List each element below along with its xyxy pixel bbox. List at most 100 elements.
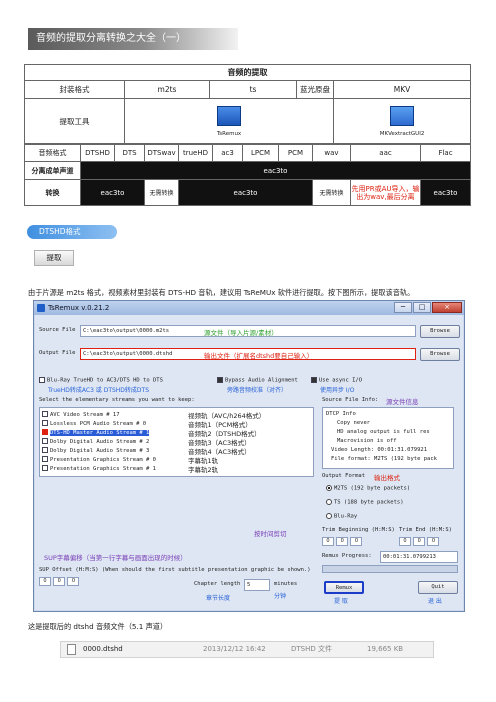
quit-note: 退 出: [428, 598, 442, 605]
option-note: 使用异步 I/O: [320, 387, 355, 394]
table-cell: MKV: [332, 80, 472, 99]
option-note: TrueHD转成AC3 或 DTSHD转成DTS: [48, 387, 150, 394]
browse-output-button[interactable]: Browse: [420, 348, 460, 361]
trim-label: Trim Beginning (H:M:S): [322, 527, 395, 533]
format-radio-bluray[interactable]: Blu-Ray: [326, 513, 357, 520]
trim-end-label: Trim End (H:M:S): [399, 527, 452, 533]
stream-note: 字幕轨2轨: [188, 466, 219, 474]
checkbox[interactable]: [42, 438, 48, 444]
format-radio-m2ts[interactable]: M2TS (192 byte packets): [326, 485, 410, 492]
list-item[interactable]: Presentation Graphics Stream # 0: [42, 455, 156, 464]
list-item[interactable]: Presentation Graphics Stream # 1: [42, 464, 156, 473]
option-label: Blu-Ray TrueHD to AC3/DTS HD to DTS: [47, 377, 163, 384]
browse-source-button[interactable]: Browse: [420, 325, 460, 338]
output-format-note: 输出格式: [374, 474, 400, 482]
checkbox[interactable]: [217, 377, 223, 383]
radio[interactable]: [326, 499, 332, 505]
output-label: Output File: [39, 350, 76, 356]
format-cell: trueHD: [178, 143, 213, 162]
remux-button[interactable]: Remux: [324, 581, 364, 594]
checkbox[interactable]: [42, 411, 48, 417]
list-item-selected[interactable]: DTS-HD Master Audio Stream # 1: [42, 428, 150, 437]
info-line: Copy never: [337, 420, 371, 426]
radio-label: M2TS (192 byte packets): [334, 485, 411, 492]
file-icon: [67, 644, 76, 655]
spinner[interactable]: 0: [427, 537, 440, 546]
extract-tag: 提取: [34, 250, 74, 266]
stream-list[interactable]: AVC Video Stream # 17 Lossless PCM Audio…: [39, 407, 314, 477]
split-tool: eac3to: [80, 161, 471, 180]
format-radio-ts[interactable]: TS (188 byte packets): [326, 499, 404, 506]
info-line: Macrovision is off: [337, 438, 397, 444]
source-label: Source File: [39, 327, 76, 333]
page-title: 音频的提取分离转换之大全（一）: [28, 28, 238, 50]
async-option[interactable]: Use async I/O: [311, 377, 362, 384]
minutes-label: minutes: [274, 581, 298, 587]
spinner[interactable]: 0: [322, 537, 334, 546]
checkbox[interactable]: [311, 377, 317, 383]
tsremux-icon: [217, 105, 241, 126]
file-type: DTSHD 文件: [291, 645, 332, 653]
spinner[interactable]: 0: [350, 537, 363, 546]
format-cell: Flac: [420, 143, 471, 162]
convert-label: 转换: [24, 179, 81, 206]
bypass-option[interactable]: Bypass Audio Alignment: [217, 377, 298, 384]
format-cell: DTS: [114, 143, 145, 162]
checkbox[interactable]: [42, 447, 48, 453]
spinner[interactable]: 0: [413, 537, 426, 546]
tool-name: TsRemux: [216, 130, 242, 137]
checkbox[interactable]: [42, 429, 48, 435]
option-label: Use async I/O: [319, 377, 363, 384]
radio[interactable]: [326, 513, 332, 519]
stream-label: Dolby Digital Audio Stream # 2: [50, 439, 150, 445]
format-cell: DTSHD: [80, 143, 115, 162]
maximize-button[interactable]: □: [413, 302, 431, 313]
convert-cell: eac3to: [80, 179, 145, 206]
chapter-input[interactable]: 5: [244, 579, 270, 591]
quit-button[interactable]: Quit: [418, 581, 458, 594]
trim-begin-spinners[interactable]: 0 0 0: [322, 537, 363, 546]
spinner[interactable]: 0: [53, 577, 66, 586]
info-line: DTCP Info: [326, 411, 356, 417]
file-date: 2013/12/12 16:42: [203, 645, 266, 653]
checkbox[interactable]: [42, 420, 48, 426]
tsremux-app-icon: TsRemux: [216, 105, 242, 138]
spinner[interactable]: 0: [336, 537, 349, 546]
spinner[interactable]: 0: [67, 577, 80, 586]
radio[interactable]: [326, 485, 332, 491]
chapter-label: Chapter length: [194, 581, 241, 587]
remux-progress-value: 00:01:31.0799213: [380, 551, 458, 563]
checkbox[interactable]: [42, 465, 48, 471]
list-item[interactable]: Dolby Digital Audio Stream # 2: [42, 437, 149, 446]
output-format-label: Output Format: [322, 473, 366, 479]
minimize-button[interactable]: ─: [394, 302, 412, 313]
trim-note: 按时间剪切: [254, 530, 287, 538]
stream-label: Lossless PCM Audio Stream # 0: [50, 421, 147, 427]
sup-note: SUP字幕偏移（当第一行字幕与画面出现的时候）: [44, 554, 187, 562]
format-label: 音频格式: [24, 143, 81, 162]
checkbox[interactable]: [39, 377, 45, 383]
mkvextract-app-icon: MKVextractGUI2: [380, 105, 424, 138]
trim-end-spinners[interactable]: 0 0 0: [399, 537, 440, 546]
list-item[interactable]: AVC Video Stream # 17: [42, 410, 120, 419]
format-cell: wav: [312, 143, 351, 162]
mkvextract-icon: [390, 105, 415, 126]
info-note: 源文件信息: [386, 398, 419, 406]
list-item[interactable]: Lossless PCM Audio Stream # 0: [42, 419, 146, 428]
format-table: 音频格式 DTSHD DTS DTSwav trueHD ac3 LPCM PC…: [24, 143, 471, 206]
tool-cell-tsremux: TsRemux: [124, 98, 334, 145]
spinner[interactable]: 0: [39, 577, 51, 586]
spinner[interactable]: 0: [399, 537, 411, 546]
truehd-option[interactable]: Blu-Ray TrueHD to AC3/DTS HD to DTS: [39, 377, 163, 384]
format-cell: PCM: [278, 143, 313, 162]
tool-label: 提取工具: [24, 98, 125, 145]
sup-offset-spinners[interactable]: 0 0 0: [39, 577, 80, 586]
convert-cell: 无需转换: [144, 179, 179, 206]
format-cell: ac3: [212, 143, 243, 162]
app-icon: [37, 304, 45, 312]
checkbox[interactable]: [42, 456, 48, 462]
file-row[interactable]: 0000.dtshd 2013/12/12 16:42 DTSHD 文件 19,…: [60, 641, 434, 658]
chapter-note: 章节长度: [206, 595, 231, 602]
close-button[interactable]: ×: [432, 302, 462, 313]
list-item[interactable]: Dolby Digital Audio Stream # 3: [42, 446, 149, 455]
